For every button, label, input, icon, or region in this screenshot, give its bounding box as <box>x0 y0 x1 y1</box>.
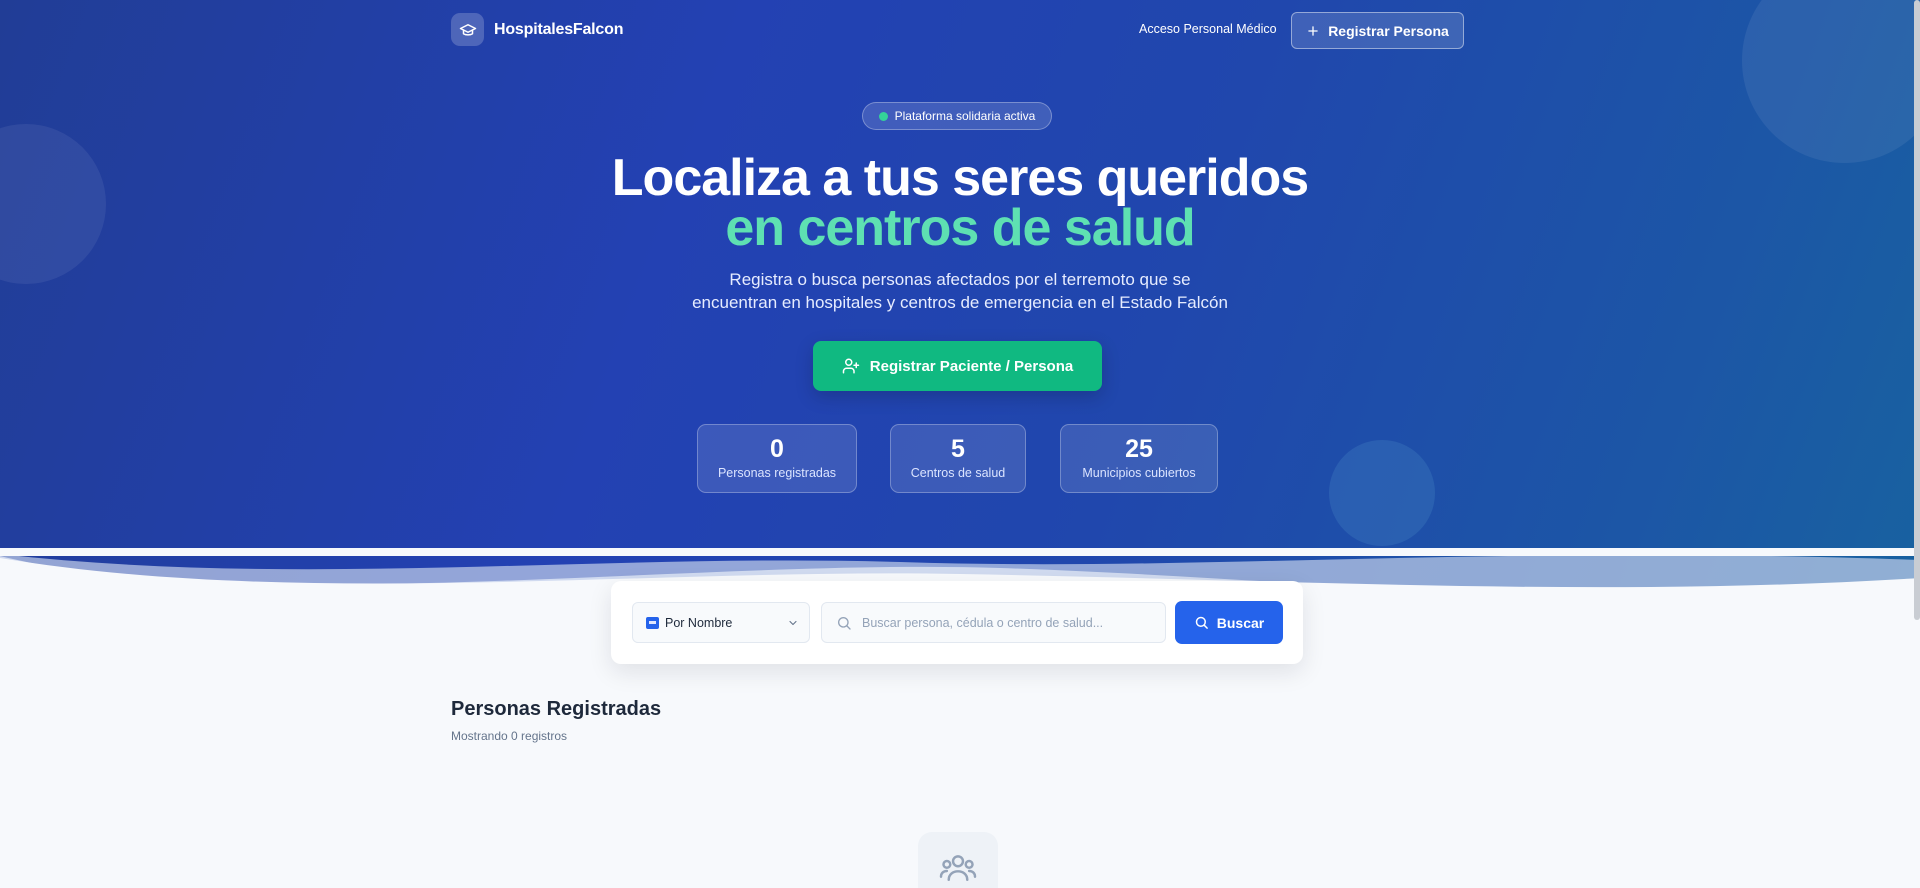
hero-section: HospitalesFalcon Acceso Personal Médico … <box>0 0 1920 612</box>
register-person-button[interactable]: Registrar Persona <box>1291 12 1464 49</box>
search-button[interactable]: Buscar <box>1175 601 1283 644</box>
medical-access-link[interactable]: Acceso Personal Médico <box>1139 22 1277 36</box>
search-icon <box>838 617 851 630</box>
search-mode-value: Por Nombre <box>665 615 733 630</box>
hero-subtitle-line1: Registra o busca personas afectados por … <box>729 270 1191 289</box>
register-person-label: Registrar Persona <box>1328 22 1449 39</box>
stat-card-municipalities: 25 Municipios cubiertos <box>1060 424 1218 493</box>
empty-state <box>918 832 998 888</box>
stat-label: Personas registradas <box>717 466 837 480</box>
hero-title-line2: en centros de salud <box>725 199 1195 257</box>
status-dot-icon <box>878 111 888 121</box>
search-field <box>821 602 1166 643</box>
graduation-cap-icon <box>451 13 484 46</box>
hero-subtitle-line2: encuentran en hospitales y centros de em… <box>692 293 1228 312</box>
register-patient-label: Registrar Paciente / Persona <box>869 357 1074 375</box>
stat-card-centers: 5 Centros de salud <box>890 424 1026 493</box>
stat-value: 0 <box>770 435 784 463</box>
register-patient-button[interactable]: Registrar Paciente / Persona <box>813 341 1102 391</box>
stat-value: 5 <box>951 435 965 463</box>
brand-logo[interactable]: HospitalesFalcon <box>451 13 623 46</box>
chevron-down-icon <box>789 620 797 626</box>
plus-icon <box>1308 25 1318 36</box>
search-card: Por Nombre Buscar <box>611 581 1303 664</box>
stat-label: Municipios cubiertos <box>1082 466 1196 480</box>
top-nav: HospitalesFalcon Acceso Personal Médico … <box>451 12 1464 49</box>
stat-label: Centros de salud <box>910 466 1006 480</box>
id-card-icon <box>646 616 659 629</box>
page-scrollbar[interactable] <box>1914 0 1920 620</box>
results-title: Personas Registradas <box>451 698 662 720</box>
search-input[interactable] <box>862 603 1157 642</box>
users-icon <box>939 855 977 882</box>
search-mode-select[interactable]: Por Nombre <box>632 602 810 643</box>
stat-card-people: 0 Personas registradas <box>697 424 857 493</box>
status-badge-text: Plataforma solidaria activa <box>894 109 1036 123</box>
decor-circle <box>1742 0 1920 163</box>
stat-value: 25 <box>1125 435 1153 463</box>
search-icon <box>1195 616 1208 629</box>
brand-name: HospitalesFalcon <box>494 20 624 38</box>
hero-subtitle: Registra o busca personas afectados por … <box>0 268 1920 314</box>
user-plus-icon <box>842 358 860 374</box>
decor-circle <box>1329 440 1435 546</box>
search-button-label: Buscar <box>1216 614 1265 631</box>
results-count: Mostrando 0 registros <box>451 729 568 743</box>
status-badge: Plataforma solidaria activa <box>862 102 1052 130</box>
